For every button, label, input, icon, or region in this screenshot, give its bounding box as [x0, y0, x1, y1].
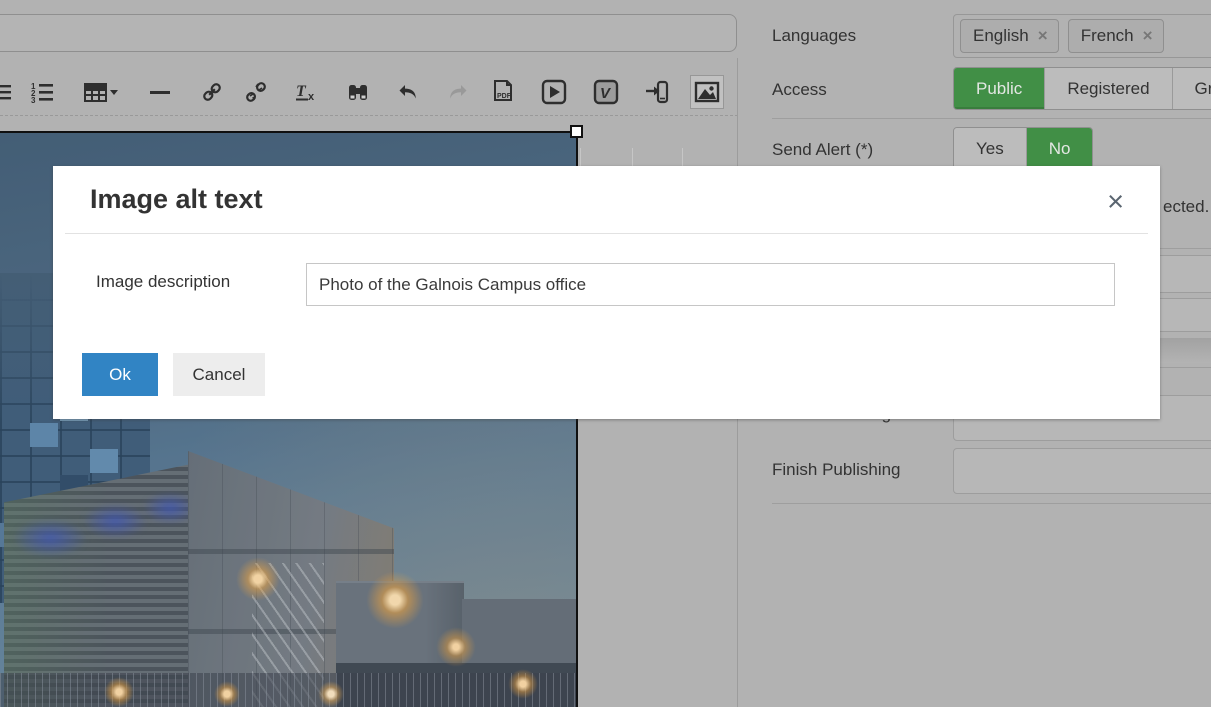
svg-text:T: T: [296, 83, 307, 100]
image-description-label: Image description: [96, 272, 230, 292]
finish-publishing-label: Finish Publishing: [772, 460, 901, 480]
language-tag-label: English: [973, 26, 1029, 46]
table-icon[interactable]: [82, 78, 120, 106]
language-tag-french: French ×: [1068, 19, 1164, 53]
partial-alert-message: ected.: [1163, 197, 1209, 217]
send-alert-yes-button[interactable]: Yes: [954, 128, 1027, 169]
undo-icon[interactable]: [395, 78, 423, 106]
remove-tag-icon[interactable]: ×: [1038, 26, 1048, 46]
svg-text:3: 3: [31, 96, 36, 104]
language-tag-english: English ×: [960, 19, 1059, 53]
send-alert-label: Send Alert (*): [772, 140, 873, 160]
clear-formatting-icon[interactable]: Tx: [293, 78, 321, 106]
insert-responsive-icon[interactable]: [643, 78, 671, 106]
access-button-group: Public Registered Gr: [953, 67, 1211, 110]
svg-text:PDF: PDF: [497, 93, 512, 100]
language-tag-label: French: [1081, 26, 1134, 46]
cancel-button[interactable]: Cancel: [173, 353, 265, 396]
access-label: Access: [772, 80, 827, 100]
editor-toolbar: 123 Tx PDF: [0, 70, 738, 116]
image-description-input[interactable]: [306, 263, 1115, 306]
remove-link-icon[interactable]: [242, 78, 270, 106]
insert-pdf-icon[interactable]: PDF: [489, 78, 517, 106]
languages-label: Languages: [772, 26, 856, 46]
insert-media-icon[interactable]: [540, 78, 568, 106]
dialog-title: Image alt text: [90, 184, 263, 215]
horizontal-rule-icon[interactable]: [146, 78, 174, 106]
insert-vimeo-icon[interactable]: V: [592, 78, 620, 106]
insert-link-icon[interactable]: [198, 78, 226, 106]
article-title-input[interactable]: [0, 14, 737, 52]
access-public-button[interactable]: Public: [954, 68, 1045, 109]
svg-text:x: x: [308, 91, 315, 103]
caret-down-icon: [110, 90, 118, 95]
dialog-divider: [65, 233, 1148, 234]
languages-field[interactable]: English × French ×: [953, 14, 1211, 58]
send-alert-no-button[interactable]: No: [1027, 128, 1093, 169]
ok-button[interactable]: Ok: [82, 353, 158, 396]
finish-publishing-input[interactable]: [953, 448, 1211, 494]
remove-tag-icon[interactable]: ×: [1143, 26, 1153, 46]
find-replace-icon[interactable]: [344, 78, 372, 106]
redo-icon[interactable]: [443, 78, 471, 106]
image-resize-handle[interactable]: [570, 125, 583, 138]
access-groups-button[interactable]: Gr: [1173, 68, 1211, 109]
insert-image-icon[interactable]: [690, 75, 724, 109]
send-alert-toggle: Yes No: [953, 127, 1093, 170]
app-screen: 123 Tx PDF: [0, 0, 1211, 707]
bullet-list-icon[interactable]: [0, 78, 14, 106]
close-icon[interactable]: ×: [1107, 188, 1124, 217]
image-alt-dialog: Image alt text × Image description Ok Ca…: [53, 166, 1160, 419]
access-registered-button[interactable]: Registered: [1045, 68, 1172, 109]
numbered-list-icon[interactable]: 123: [28, 78, 56, 106]
